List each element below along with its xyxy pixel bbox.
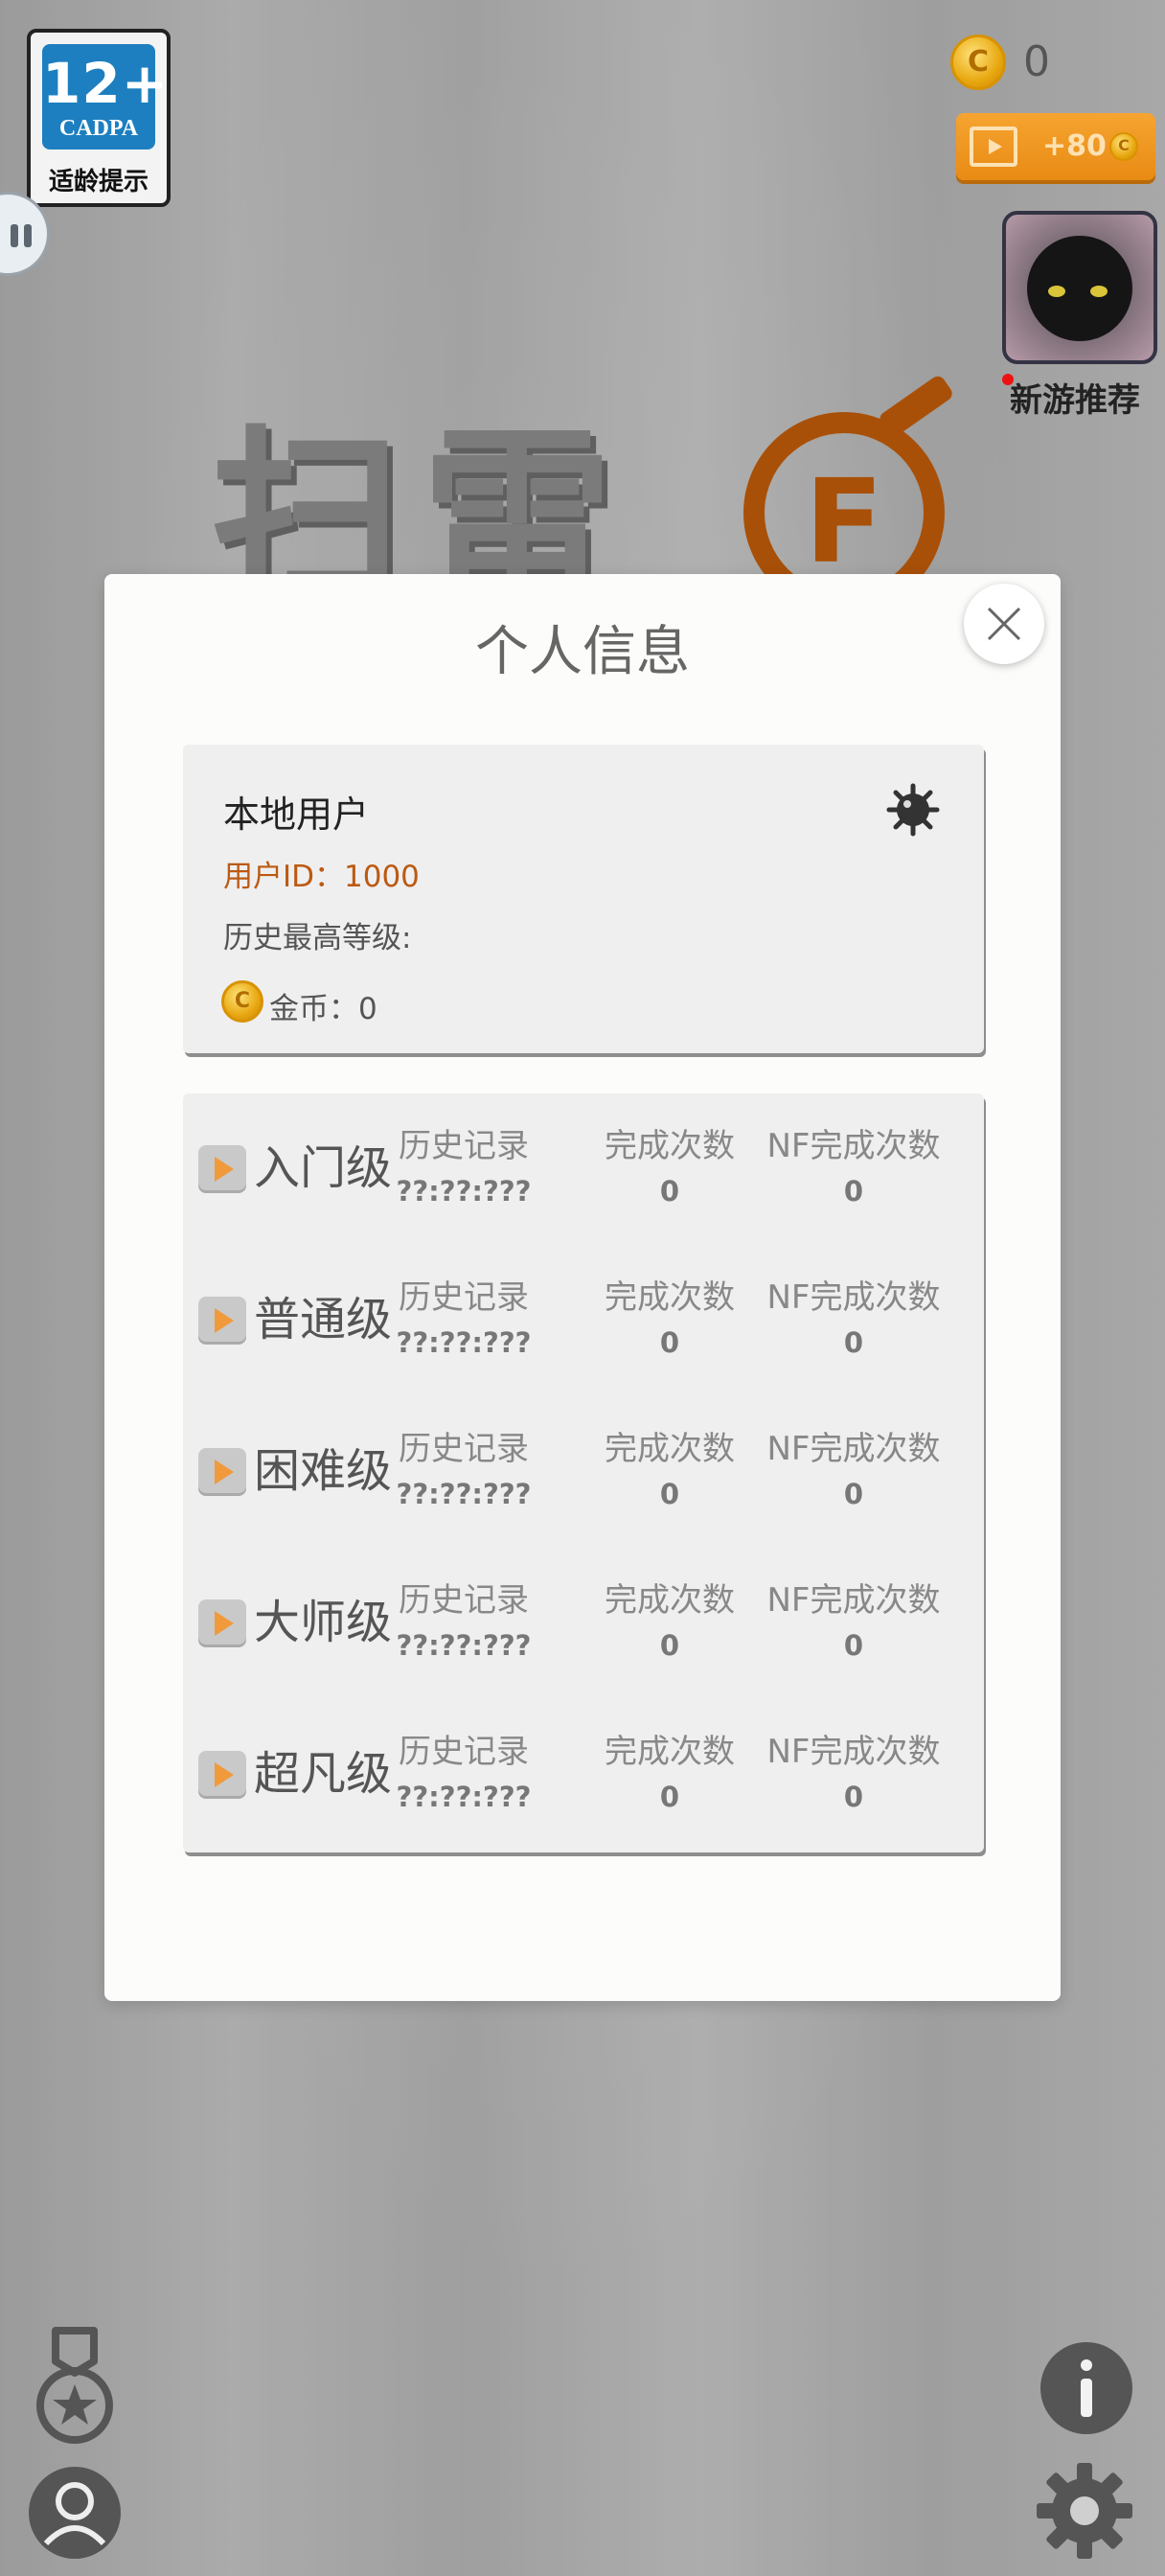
nf-completions-value: 0 xyxy=(843,1326,864,1359)
completions-value: 0 xyxy=(659,1175,680,1208)
coin-icon: C xyxy=(950,34,1006,90)
profile-icon[interactable] xyxy=(27,2465,123,2561)
history-label: 历史记录 xyxy=(399,1581,529,1620)
coin-count: 0 xyxy=(1023,37,1050,86)
cat-eye-right xyxy=(1090,286,1108,297)
video-icon xyxy=(970,126,1017,167)
mine-icon[interactable] xyxy=(884,781,942,839)
level-row: 困难级 历史记录 ??:??:??? 完成次数 0 NF完成次数 0 xyxy=(183,1396,984,1548)
completions-value: 0 xyxy=(659,1478,680,1510)
level-row: 普通级 历史记录 ??:??:??? 完成次数 0 NF完成次数 0 xyxy=(183,1245,984,1396)
completions-value: 0 xyxy=(659,1629,680,1662)
nf-completions-value: 0 xyxy=(843,1478,864,1510)
coin-small-icon: C xyxy=(1109,132,1138,161)
video-reward-amount: +80 xyxy=(1042,129,1107,163)
history-value: ??:??:??? xyxy=(396,1326,532,1359)
completions-label: 完成次数 xyxy=(605,1278,735,1317)
dialog-title: 个人信息 xyxy=(475,621,690,683)
level-row: 入门级 历史记录 ??:??:??? 完成次数 0 NF完成次数 0 xyxy=(183,1093,984,1245)
user-coins: 金币：0 xyxy=(269,992,377,1026)
play-button[interactable] xyxy=(198,1599,246,1647)
age-rating-caption: 适龄提示 xyxy=(48,168,148,196)
nf-completions-value: 0 xyxy=(843,1781,864,1813)
user-id: 用户ID：1000 xyxy=(223,860,420,894)
game-recommend-label: 新游推荐 xyxy=(1010,381,1140,420)
level-row: 大师级 历史记录 ??:??:??? 完成次数 0 NF完成次数 0 xyxy=(183,1548,984,1699)
nf-completions-value: 0 xyxy=(843,1175,864,1208)
history-value: ??:??:??? xyxy=(396,1175,532,1208)
level-name: 入门级 xyxy=(254,1141,393,1195)
info-icon[interactable] xyxy=(1040,2342,1132,2434)
play-button[interactable] xyxy=(198,1448,246,1496)
completions-value: 0 xyxy=(659,1326,680,1359)
age-rating-number: 12+ xyxy=(42,51,170,116)
age-rating-badge[interactable]: 12+ CADPA 适龄提示 xyxy=(27,29,171,207)
close-icon xyxy=(987,607,1021,641)
cat-avatar-icon xyxy=(1027,236,1132,341)
level-name: 超凡级 xyxy=(254,1747,393,1801)
user-info-card: 本地用户 用户ID：1000 历史最高等级: C 金币：0 xyxy=(183,745,984,1053)
history-label: 历史记录 xyxy=(399,1278,529,1317)
age-rating-org: CADPA xyxy=(58,116,139,141)
history-label: 历史记录 xyxy=(399,1733,529,1771)
level-row: 超凡级 历史记录 ??:??:??? 完成次数 0 NF完成次数 0 xyxy=(183,1699,984,1851)
history-value: ??:??:??? xyxy=(396,1781,532,1813)
level-name: 普通级 xyxy=(254,1293,393,1346)
game-recommend-button[interactable] xyxy=(1002,211,1157,364)
history-label: 历史记录 xyxy=(399,1127,529,1165)
user-name: 本地用户 xyxy=(223,794,370,836)
cat-eye-left xyxy=(1048,286,1065,297)
completions-label: 完成次数 xyxy=(605,1127,735,1165)
level-name: 大师级 xyxy=(254,1596,393,1649)
completions-label: 完成次数 xyxy=(605,1430,735,1468)
watch-video-reward-button[interactable]: +80 C xyxy=(956,113,1155,180)
level-name: 困难级 xyxy=(254,1444,393,1498)
history-value: ??:??:??? xyxy=(396,1478,532,1510)
play-button[interactable] xyxy=(198,1751,246,1799)
nf-completions-label: NF完成次数 xyxy=(766,1127,941,1165)
completions-label: 完成次数 xyxy=(605,1733,735,1771)
completions-value: 0 xyxy=(659,1781,680,1813)
history-value: ??:??:??? xyxy=(396,1629,532,1662)
play-button[interactable] xyxy=(198,1297,246,1345)
gear-icon[interactable] xyxy=(1035,2461,1134,2561)
nf-completions-value: 0 xyxy=(843,1629,864,1662)
nf-completions-label: NF完成次数 xyxy=(766,1581,941,1620)
close-button[interactable] xyxy=(964,584,1044,664)
personal-info-dialog: 个人信息 本地用户 用户ID：1000 历史最高等级: C 金币：0 入门级 历… xyxy=(104,574,1061,2001)
nf-completions-label: NF完成次数 xyxy=(766,1733,941,1771)
coin-icon: C xyxy=(221,980,263,1023)
history-label: 历史记录 xyxy=(399,1430,529,1468)
age-rating-panel: 12+ CADPA xyxy=(42,44,170,150)
nf-completions-label: NF完成次数 xyxy=(766,1278,941,1317)
medal-icon[interactable] xyxy=(29,2327,121,2451)
nf-completions-label: NF完成次数 xyxy=(766,1430,941,1468)
completions-label: 完成次数 xyxy=(605,1581,735,1620)
highest-level-label: 历史最高等级: xyxy=(223,921,412,955)
level-stats-card: 入门级 历史记录 ??:??:??? 完成次数 0 NF完成次数 0 普通级 历… xyxy=(183,1093,984,1852)
play-button[interactable] xyxy=(198,1145,246,1193)
